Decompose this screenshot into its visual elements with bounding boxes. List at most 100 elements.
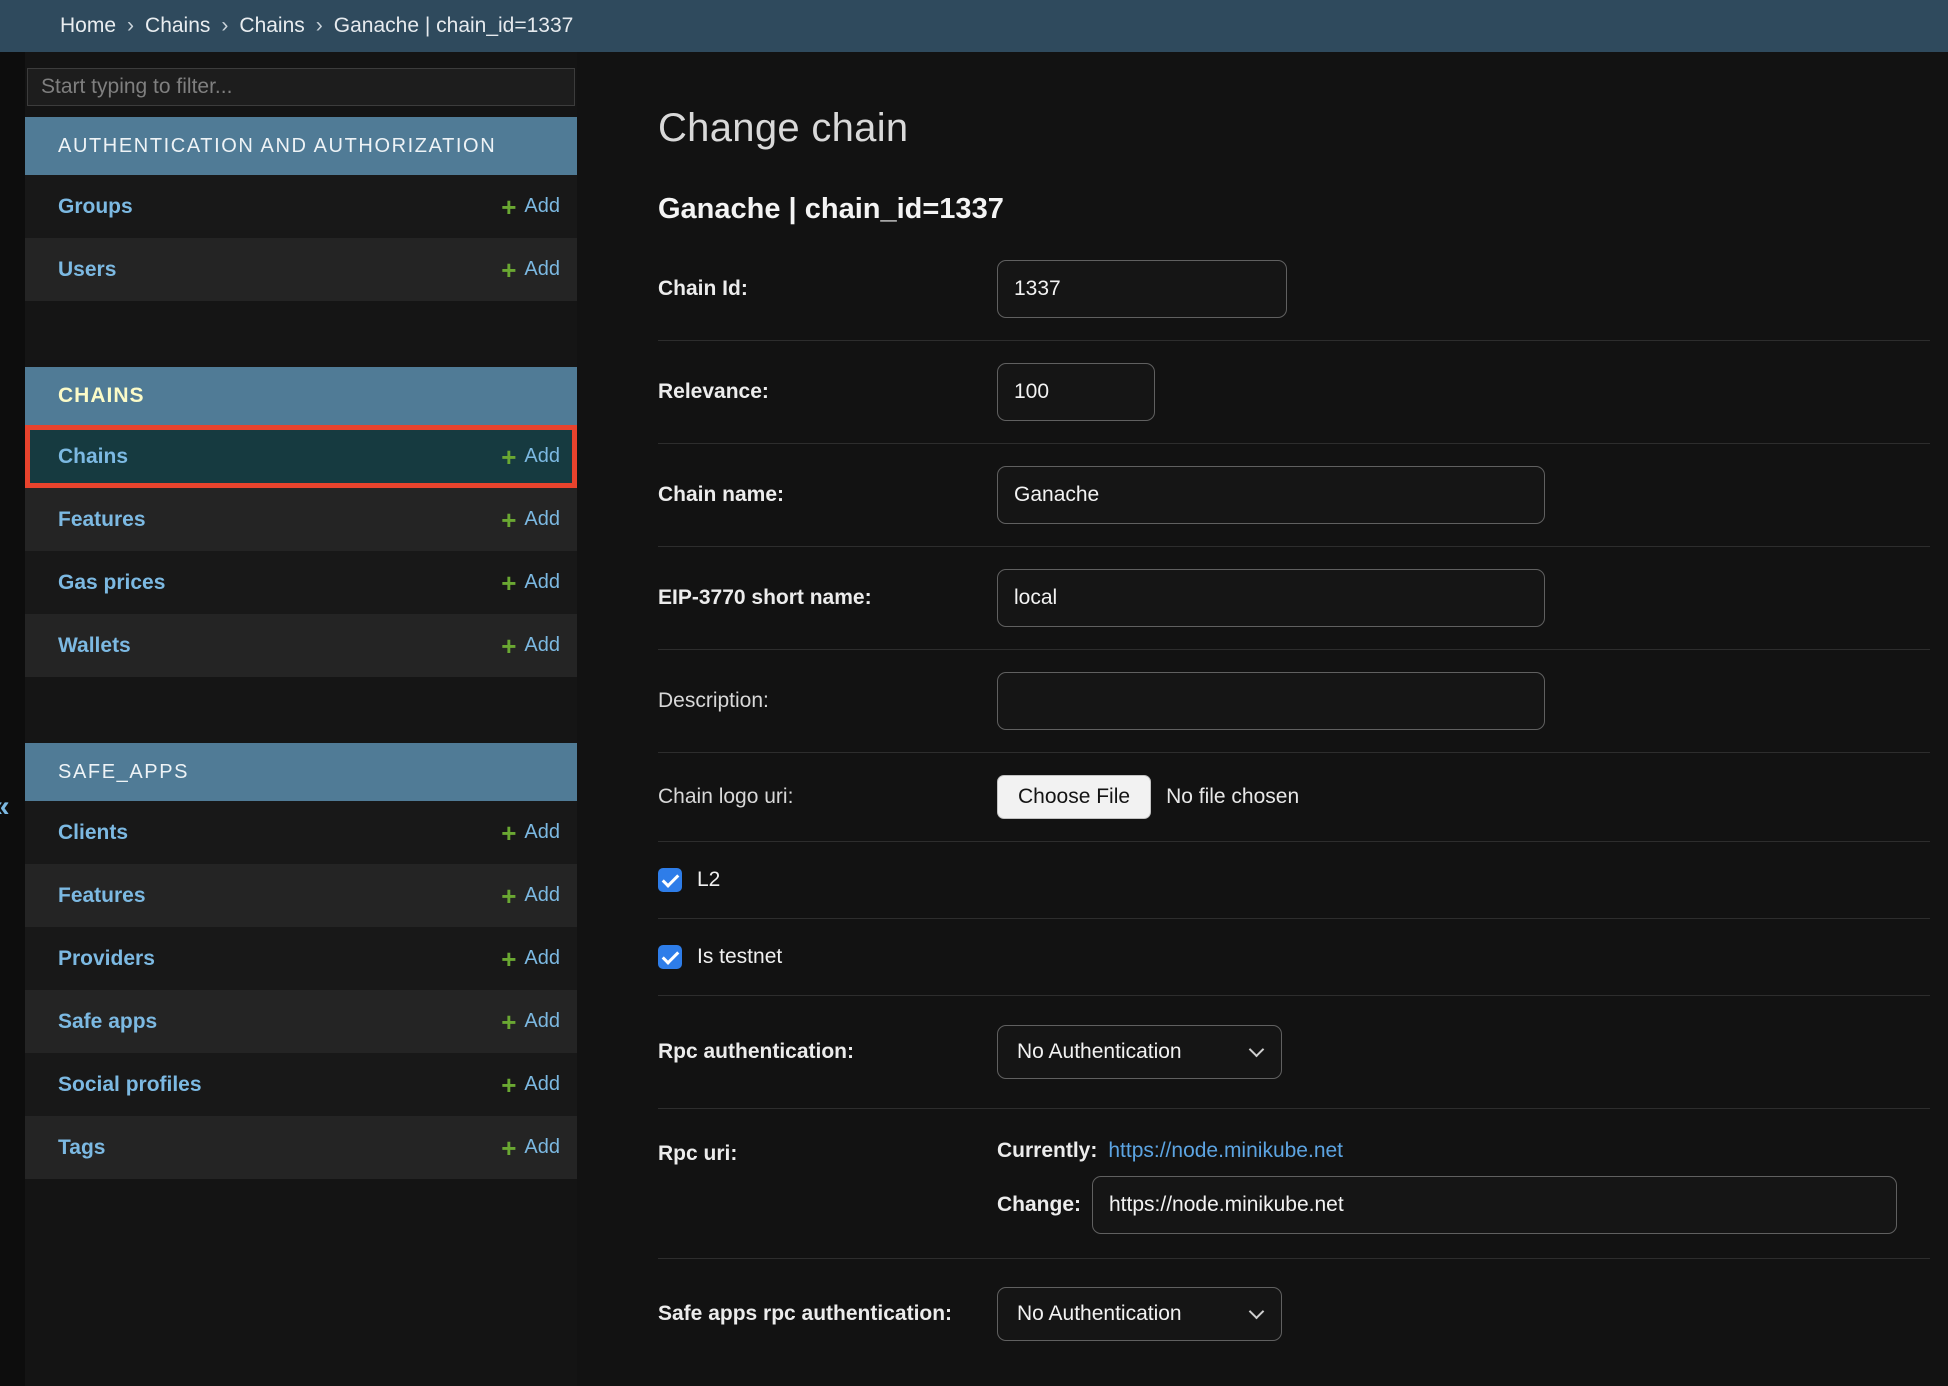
add-tags-button[interactable]: + Add	[501, 1136, 560, 1159]
l2-label: L2	[697, 868, 720, 892]
chain-name-row: Chain name:	[658, 444, 1930, 547]
sidebar-item-safe-apps: Safe apps + Add	[25, 990, 577, 1053]
rpc-authentication-label: Rpc authentication:	[658, 1037, 997, 1066]
current-rpc-uri-link[interactable]: https://node.minikube.net	[1108, 1139, 1343, 1163]
chains-link[interactable]: Chains	[58, 445, 128, 469]
breadcrumb: Home › Chains › Chains › Ganache | chain…	[0, 0, 1948, 52]
chain-logo-label: Chain logo uri:	[658, 782, 997, 811]
l2-row: L2	[658, 842, 1930, 919]
add-social-profiles-button[interactable]: + Add	[501, 1073, 560, 1096]
tags-link[interactable]: Tags	[58, 1136, 105, 1160]
breadcrumb-chains-app-link[interactable]: Chains	[145, 14, 210, 38]
sidebar-gap	[25, 677, 577, 743]
plus-icon: +	[501, 1075, 516, 1095]
plus-icon: +	[501, 636, 516, 656]
plus-icon: +	[501, 886, 516, 906]
social-profiles-link[interactable]: Social profiles	[58, 1073, 202, 1097]
chevron-down-icon	[1249, 1304, 1265, 1320]
plus-icon: +	[501, 1138, 516, 1158]
short-name-input[interactable]	[997, 569, 1545, 627]
chevron-down-icon	[1249, 1042, 1265, 1058]
sidebar-filter-input[interactable]	[27, 68, 575, 106]
chain-id-label: Chain Id:	[658, 274, 997, 303]
description-row: Description:	[658, 650, 1930, 753]
relevance-input[interactable]	[997, 363, 1155, 421]
plus-icon: +	[501, 510, 516, 530]
clients-link[interactable]: Clients	[58, 821, 128, 845]
sidebar-item-users: Users + Add	[25, 238, 577, 301]
l2-checkbox[interactable]	[658, 868, 682, 892]
sidebar-item-wallets: Wallets + Add	[25, 614, 577, 677]
providers-link[interactable]: Providers	[58, 947, 155, 971]
chain-name-input[interactable]	[997, 466, 1545, 524]
add-features-button[interactable]: + Add	[501, 508, 560, 531]
add-providers-button[interactable]: + Add	[501, 947, 560, 970]
short-name-row: EIP-3770 short name:	[658, 547, 1930, 650]
sidebar-item-tags: Tags + Add	[25, 1116, 577, 1179]
plus-icon: +	[501, 197, 516, 217]
collapse-sidebar-icon[interactable]: «	[0, 790, 10, 824]
sidebar-panel: AUTHENTICATION AND AUTHORIZATION Groups …	[25, 52, 577, 1386]
safe-apps-rpc-authentication-row: Safe apps rpc authentication: No Authent…	[658, 1259, 1930, 1369]
chain-logo-row: Chain logo uri: Choose File No file chos…	[658, 753, 1930, 842]
gas-prices-link[interactable]: Gas prices	[58, 571, 165, 595]
choose-file-button[interactable]: Choose File	[997, 775, 1151, 819]
breadcrumb-home-link[interactable]: Home	[60, 14, 116, 38]
wallets-link[interactable]: Wallets	[58, 634, 131, 658]
main-content: Change chain Ganache | chain_id=1337 Cha…	[577, 52, 1948, 1386]
safe-apps-link[interactable]: Safe apps	[58, 1010, 157, 1034]
safe-apps-rpc-authentication-value: No Authentication	[1017, 1302, 1182, 1326]
short-name-label: EIP-3770 short name:	[658, 583, 997, 612]
rpc-uri-label: Rpc uri:	[658, 1139, 997, 1168]
add-clients-button[interactable]: + Add	[501, 821, 560, 844]
change-label: Change:	[997, 1193, 1081, 1217]
sidebar-item-features: Features + Add	[25, 488, 577, 551]
sidebar-item-gas-prices: Gas prices + Add	[25, 551, 577, 614]
add-chains-button[interactable]: + Add	[501, 445, 560, 468]
is-testnet-checkbox[interactable]	[658, 945, 682, 969]
sidebar-item-social-profiles: Social profiles + Add	[25, 1053, 577, 1116]
breadcrumb-separator: ›	[127, 14, 134, 38]
rpc-authentication-select[interactable]: No Authentication	[997, 1025, 1282, 1079]
add-users-button[interactable]: + Add	[501, 258, 560, 281]
plus-icon: +	[501, 260, 516, 280]
rpc-authentication-row: Rpc authentication: No Authentication	[658, 996, 1930, 1109]
chain-id-input[interactable]	[997, 260, 1287, 318]
safeapp-features-link[interactable]: Features	[58, 884, 146, 908]
breadcrumb-chains-model-link[interactable]: Chains	[239, 14, 304, 38]
groups-link[interactable]: Groups	[58, 195, 133, 219]
safe-apps-rpc-authentication-select[interactable]: No Authentication	[997, 1287, 1282, 1341]
plus-icon: +	[501, 573, 516, 593]
features-link[interactable]: Features	[58, 508, 146, 532]
plus-icon: +	[501, 1012, 516, 1032]
add-wallets-button[interactable]: + Add	[501, 634, 560, 657]
sidebar-section-chains[interactable]: CHAINS	[25, 367, 577, 425]
add-gas-prices-button[interactable]: + Add	[501, 571, 560, 594]
file-status-text: No file chosen	[1166, 785, 1299, 809]
sidebar-item-chains-selected: Chains + Add	[25, 425, 577, 488]
object-title: Ganache | chain_id=1337	[658, 193, 1930, 226]
sidebar-section-safe-apps[interactable]: SAFE_APPS	[25, 743, 577, 801]
sidebar-nav: « AUTHENTICATION AND AUTHORIZATION Group…	[0, 52, 577, 1386]
plus-icon: +	[501, 823, 516, 843]
description-label: Description:	[658, 686, 997, 715]
sidebar-section-auth[interactable]: AUTHENTICATION AND AUTHORIZATION	[25, 117, 577, 175]
is-testnet-label: Is testnet	[697, 945, 782, 969]
add-safeapp-features-button[interactable]: + Add	[501, 884, 560, 907]
description-input[interactable]	[997, 672, 1545, 730]
chain-name-label: Chain name:	[658, 480, 997, 509]
change-chain-form: Chain Id: Relevance: Chain name: EIP-377…	[658, 238, 1930, 1369]
sidebar-gap	[25, 301, 577, 367]
chain-id-row: Chain Id:	[658, 238, 1930, 341]
add-safe-apps-button[interactable]: + Add	[501, 1010, 560, 1033]
sidebar-item-clients: Clients + Add	[25, 801, 577, 864]
plus-icon: +	[501, 447, 516, 467]
users-link[interactable]: Users	[58, 258, 116, 282]
breadcrumb-separator: ›	[316, 14, 323, 38]
relevance-row: Relevance:	[658, 341, 1930, 444]
rpc-authentication-value: No Authentication	[1017, 1040, 1182, 1064]
add-groups-button[interactable]: + Add	[501, 195, 560, 218]
relevance-label: Relevance:	[658, 377, 997, 406]
sidebar-item-providers: Providers + Add	[25, 927, 577, 990]
rpc-uri-input[interactable]	[1092, 1176, 1897, 1234]
